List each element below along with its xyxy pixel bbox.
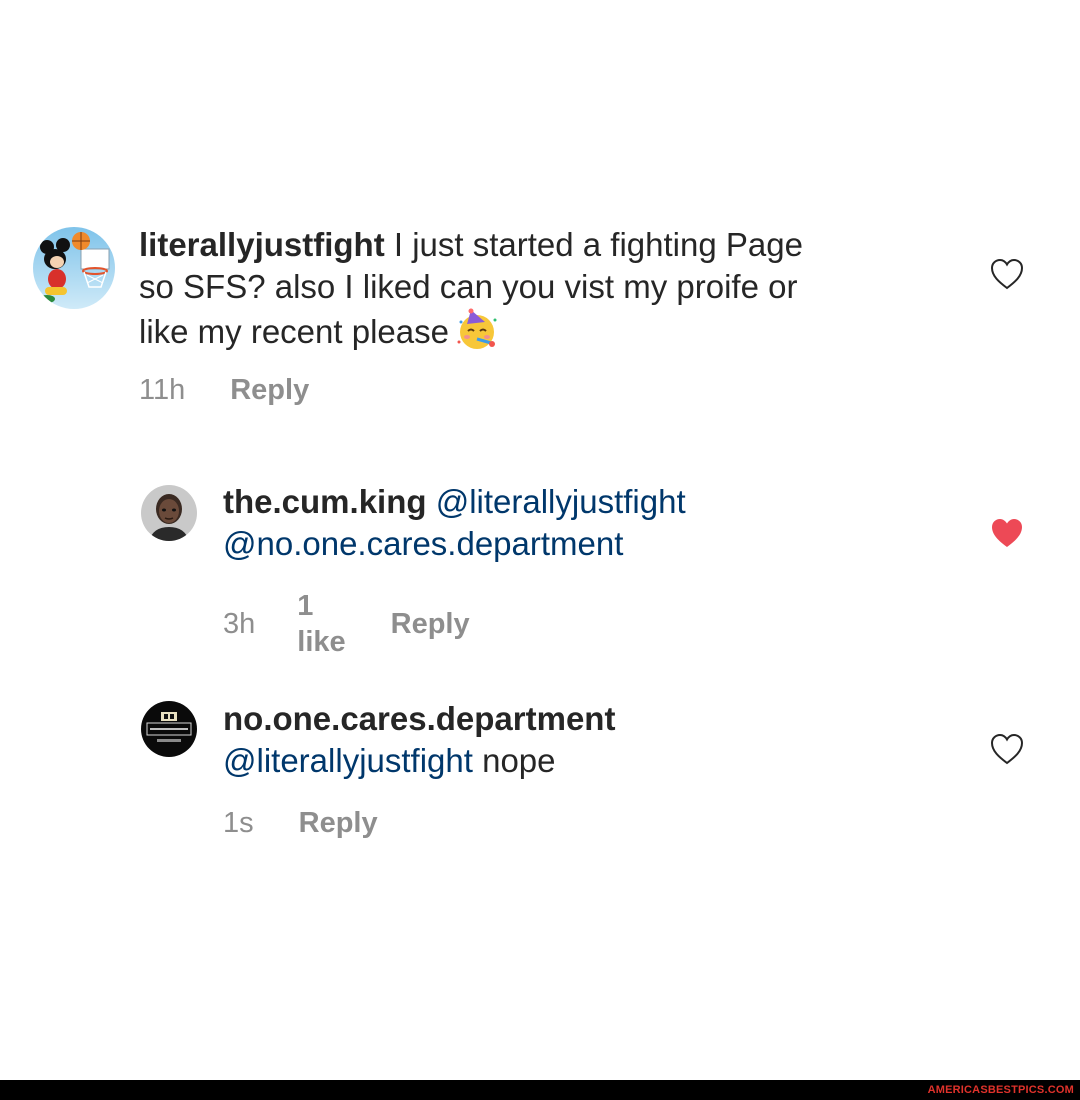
mention-link[interactable]: @literallyjustfight	[436, 483, 686, 520]
like-button[interactable]	[989, 516, 1025, 550]
comment-username[interactable]: no.one.cares.department	[223, 700, 615, 737]
watermark-bar: AMERICASBESTPICS.COM	[0, 1080, 1080, 1100]
like-button[interactable]	[989, 732, 1025, 766]
reply-button[interactable]: Reply	[230, 372, 309, 408]
bitmoji-avatar-image	[141, 485, 197, 541]
comment-text-line: so SFS? also I liked can you vist my pro…	[139, 268, 798, 305]
avatar-literallyjustfight[interactable]	[33, 227, 115, 309]
heart-outline-icon	[990, 258, 1024, 290]
heart-outline-icon	[990, 733, 1024, 765]
comment-timestamp: 1s	[223, 807, 254, 839]
comment-username[interactable]: the.cum.king	[223, 483, 427, 520]
comment-text-line: I just started a fighting Page	[384, 226, 803, 263]
likes-count[interactable]: 1 like	[297, 588, 345, 660]
reply-button[interactable]: Reply	[299, 805, 378, 841]
partying-face-icon	[455, 308, 499, 352]
comment-username[interactable]: literallyjustfight	[139, 226, 385, 263]
comment-body: the.cum.king @literallyjustfight @no.one…	[223, 481, 943, 565]
comment-meta: 3h 1 like Reply	[223, 588, 470, 660]
mickey-basketball-avatar-image	[33, 227, 115, 309]
comment-timestamp: 3h	[223, 608, 256, 640]
mention-link[interactable]: @literallyjustfight	[223, 742, 473, 779]
comment-body: literallyjustfight I just started a figh…	[139, 224, 929, 353]
mention-link[interactable]: @no.one.cares.department	[223, 525, 623, 562]
department-badge-avatar-image	[141, 701, 197, 757]
heart-filled-icon	[992, 519, 1022, 547]
comment-meta: 1s Reply	[223, 805, 378, 841]
comment-timestamp: 11h	[139, 374, 186, 406]
like-button[interactable]	[989, 257, 1025, 291]
reply-button[interactable]: Reply	[391, 606, 470, 642]
comment-text: nope	[472, 742, 556, 779]
avatar-the-cum-king[interactable]	[141, 485, 197, 541]
avatar-no-one-cares-department[interactable]	[141, 701, 197, 757]
comment-meta: 11h Reply	[139, 372, 309, 408]
comment-text-line: like my recent please	[139, 313, 449, 350]
comment-body: no.one.cares.department @literallyjustfi…	[223, 698, 943, 782]
watermark-text: AMERICASBESTPICS.COM	[927, 1084, 1074, 1096]
